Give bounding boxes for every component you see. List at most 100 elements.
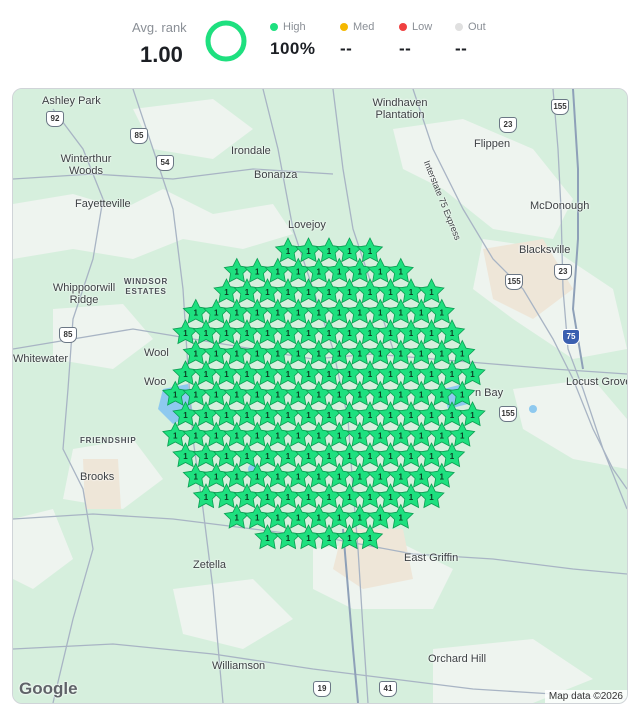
rank-marker-label: 1	[358, 514, 363, 523]
rank-marker-label: 1	[419, 391, 424, 400]
rank-marker-label: 1	[440, 309, 445, 318]
rank-marker-label: 1	[378, 391, 383, 400]
rank-marker-label: 1	[337, 514, 342, 523]
place-label: WINDSOR ESTATES	[123, 277, 169, 296]
rank-marker-label: 1	[204, 329, 209, 338]
place-label: Woo	[144, 376, 167, 388]
rank-marker-label: 1	[255, 391, 260, 400]
rank-marker-label: 1	[327, 493, 332, 502]
rank-marker-label: 1	[368, 534, 373, 543]
rank-marker-label: 1	[224, 411, 229, 420]
place-label: Winterthur Woods	[60, 153, 112, 177]
rank-marker-label: 1	[245, 411, 250, 420]
metric-high-value: 100%	[270, 39, 316, 58]
rank-marker-label: 1	[388, 411, 393, 420]
rank-marker-label: 1	[194, 432, 199, 441]
rank-marker-label: 1	[337, 268, 342, 277]
rank-marker-label: 1	[399, 350, 404, 359]
place-label: Irondale	[231, 145, 271, 157]
rank-marker-label: 1	[255, 473, 260, 482]
place-label: Lovejoy	[288, 219, 326, 231]
rank-marker-label: 1	[409, 493, 414, 502]
rank-marker-label: 1	[306, 493, 311, 502]
rank-marker-label: 1	[317, 514, 322, 523]
place-label: Whippoorwill Ridge	[52, 282, 116, 306]
rank-marker-label: 1	[399, 514, 404, 523]
map-background: 1 1 1 1 1 1 1 1 1 1 1 1 1 1 1 1 1 1 1 1 1 1 1 1 1 1 1 1 1 1 1 1 1 1 1 1 1 1 1 1…	[13, 89, 627, 703]
rank-marker-label: 1	[235, 432, 240, 441]
rank-marker-label: 1	[327, 288, 332, 297]
map-view[interactable]: 1 1 1 1 1 1 1 1 1 1 1 1 1 1 1 1 1 1 1 1 1 1 1 1 1 1 1 1 1 1 1 1 1 1 1 1 1 1 1 1…	[12, 88, 628, 704]
rank-marker-label: 1	[409, 288, 414, 297]
map-attribution[interactable]: Map data ©2026	[544, 690, 627, 703]
rank-marker-label: 1	[296, 268, 301, 277]
rank-marker-label: 1	[409, 452, 414, 461]
rank-marker-label: 1	[265, 411, 270, 420]
rank-marker-label: 1	[399, 268, 404, 277]
metric-med-label: Med	[353, 21, 375, 33]
rank-marker-label: 1	[235, 350, 240, 359]
rank-marker-label: 1	[204, 370, 209, 379]
route-shield: 85	[59, 327, 77, 343]
rank-marker-label: 1	[337, 432, 342, 441]
rank-marker-label: 1	[235, 309, 240, 318]
rank-marker-label: 1	[214, 350, 219, 359]
rank-marker-label: 1	[296, 514, 301, 523]
rank-marker-label: 1	[235, 514, 240, 523]
rank-marker-label: 1	[378, 309, 383, 318]
place-label: Locust Grove	[566, 376, 628, 388]
rank-marker-label: 1	[183, 452, 188, 461]
rank-marker-label: 1	[306, 411, 311, 420]
rank-marker-label: 1	[399, 309, 404, 318]
rank-marker-label: 1	[470, 411, 475, 420]
med-dot	[340, 23, 348, 31]
route-shield: 155	[499, 406, 517, 422]
place-label: Blacksville	[519, 244, 571, 256]
rank-marker-label: 1	[409, 370, 414, 379]
rank-marker-label: 1	[306, 329, 311, 338]
route-shield: 19	[313, 681, 331, 697]
rank-marker-label: 1	[224, 370, 229, 379]
place-label: Orchard Hill	[428, 653, 487, 665]
rank-marker-label: 1	[245, 288, 250, 297]
rank-marker-label: 1	[265, 370, 270, 379]
interstate-shield: 75	[562, 329, 580, 345]
rank-marker-label: 1	[306, 452, 311, 461]
rank-marker-label: 1	[460, 350, 465, 359]
rank-marker-label: 1	[173, 391, 178, 400]
rank-marker-label: 1	[296, 432, 301, 441]
rank-marker-label: 1	[378, 268, 383, 277]
rank-marker-label: 1	[306, 247, 311, 256]
metric-high-label: High	[283, 21, 306, 33]
rank-marker-label: 1	[327, 534, 332, 543]
rank-marker-label: 1	[440, 432, 445, 441]
rank-marker-label: 1	[327, 329, 332, 338]
ring-arc	[205, 20, 247, 62]
rank-marker-label: 1	[470, 370, 475, 379]
place-label: Wool	[144, 347, 169, 359]
rank-marker-label: 1	[255, 350, 260, 359]
place-label: Brooks	[80, 471, 115, 483]
rank-marker-label: 1	[429, 329, 434, 338]
rank-summary: Avg. rank 1.00 High 100% Med -- Low -- O…	[0, 0, 643, 85]
rank-marker-label: 1	[358, 268, 363, 277]
rank-marker-label: 1	[204, 411, 209, 420]
place-label: Zetella	[193, 559, 227, 571]
rank-marker-label: 1	[347, 329, 352, 338]
rank-marker-label: 1	[265, 534, 270, 543]
rank-marker-label: 1	[276, 514, 281, 523]
rank-marker-label: 1	[429, 493, 434, 502]
route-shield: 54	[156, 155, 174, 171]
rank-marker-label: 1	[306, 288, 311, 297]
metric-out-value: --	[455, 39, 468, 58]
metric-low-label: Low	[412, 21, 433, 33]
route-shield: 155	[551, 99, 569, 115]
route-shield: 41	[379, 681, 397, 697]
rank-marker-label: 1	[214, 432, 219, 441]
rank-marker-label: 1	[450, 411, 455, 420]
rank-marker-label: 1	[409, 411, 414, 420]
rank-marker-label: 1	[173, 432, 178, 441]
rank-marker-label: 1	[368, 288, 373, 297]
rank-marker-label: 1	[327, 452, 332, 461]
rank-marker-label: 1	[337, 309, 342, 318]
